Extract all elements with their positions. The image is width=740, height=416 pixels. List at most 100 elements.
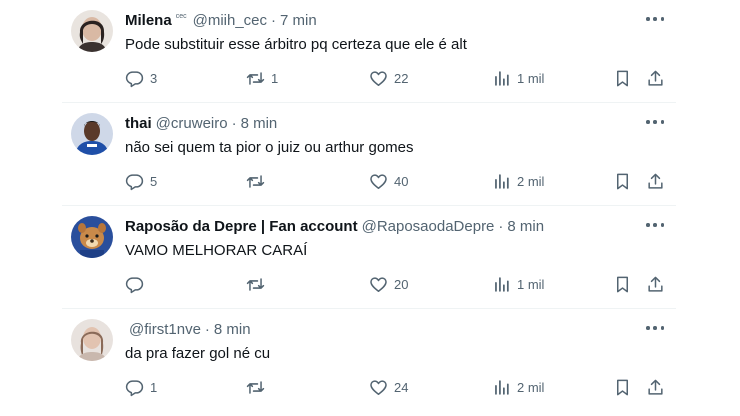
like-count: 40 — [394, 173, 409, 189]
action-bar: 5 40 2 mil — [125, 171, 665, 191]
views-icon — [495, 70, 509, 86]
bookmark-button[interactable] — [613, 377, 632, 397]
reply-button[interactable] — [125, 274, 150, 294]
action-bar: 1 24 2 mil — [125, 377, 665, 397]
views-count: 1 mil — [517, 70, 545, 86]
avatar[interactable] — [71, 216, 113, 258]
tweet-header: Raposão da Depre | Fan account @Raposaod… — [125, 216, 544, 236]
bookmark-button[interactable] — [613, 68, 632, 88]
bookmark-icon — [616, 173, 629, 189]
author-name[interactable]: thai — [125, 115, 152, 132]
more-icon[interactable] — [646, 115, 664, 129]
reply-button[interactable]: 3 — [125, 68, 157, 88]
tweet-header: Milena cec @miih_cec · 7 min — [125, 10, 317, 30]
bookmark-icon — [616, 276, 629, 292]
share-button[interactable] — [646, 274, 665, 294]
heart-icon — [370, 70, 387, 86]
heart-icon — [370, 173, 387, 189]
tweet-text: da pra fazer gol né cu — [125, 345, 271, 362]
more-icon[interactable] — [646, 12, 664, 26]
timestamp[interactable]: 7 min — [280, 12, 317, 29]
reply-button[interactable]: 1 — [125, 377, 157, 397]
like-count: 22 — [394, 70, 409, 86]
timestamp[interactable]: 8 min — [214, 321, 251, 338]
avatar[interactable] — [71, 10, 113, 52]
views-icon — [495, 379, 509, 395]
author-handle[interactable]: @cruweiro — [156, 115, 228, 132]
like-button[interactable]: 22 — [369, 68, 408, 88]
name-badge: cec — [175, 13, 187, 20]
reply-feed: Milena cec @miih_cec · 7 min Pode substi… — [62, 0, 676, 412]
tweet[interactable]: Raposão da Depre | Fan account @Raposaod… — [62, 206, 676, 309]
action-bar: 20 1 mil — [125, 274, 665, 294]
tweet-header: @first1nve · 8 min — [125, 319, 251, 339]
avatar[interactable] — [71, 113, 113, 155]
reply-count: 5 — [150, 173, 158, 189]
tweet[interactable]: thai @cruweiro · 8 min não sei quem ta p… — [62, 103, 676, 206]
separator-dot: · — [271, 11, 277, 29]
timestamp[interactable]: 8 min — [241, 115, 278, 132]
retweet-icon — [246, 277, 265, 291]
like-count: 24 — [394, 379, 409, 395]
author-name[interactable]: Raposão da Depre | Fan account — [125, 218, 358, 235]
bookmark-button[interactable] — [613, 274, 632, 294]
tweet[interactable]: @first1nve · 8 min da pra fazer gol né c… — [62, 309, 676, 412]
retweet-icon — [246, 174, 265, 188]
avatar[interactable] — [71, 319, 113, 361]
tweet-text: VAMO MELHORAR CARAÍ — [125, 242, 308, 259]
share-button[interactable] — [646, 171, 665, 191]
like-button[interactable]: 20 — [369, 274, 408, 294]
share-button[interactable] — [646, 68, 665, 88]
views-count: 2 mil — [517, 173, 545, 189]
share-icon — [648, 173, 663, 189]
reply-icon — [125, 70, 144, 87]
separator-dot: · — [231, 114, 237, 132]
reply-icon — [125, 173, 144, 190]
share-button[interactable] — [646, 377, 665, 397]
retweet-count: 1 — [271, 70, 279, 86]
author-handle[interactable]: @first1nve — [129, 321, 201, 338]
bookmark-icon — [616, 379, 629, 395]
reply-button[interactable]: 5 — [125, 171, 157, 191]
more-icon[interactable] — [646, 321, 664, 335]
views-button[interactable]: 2 mil — [492, 377, 544, 397]
tweet-text: Pode substituir esse árbitro pq certeza … — [125, 36, 467, 53]
heart-icon — [370, 276, 387, 292]
views-icon — [495, 173, 509, 189]
share-icon — [648, 379, 663, 395]
bookmark-icon — [616, 70, 629, 86]
retweet-button[interactable]: 1 — [246, 68, 278, 88]
retweet-button[interactable] — [246, 274, 271, 294]
author-name[interactable]: Milena — [125, 12, 172, 29]
like-button[interactable]: 24 — [369, 377, 408, 397]
views-count: 2 mil — [517, 379, 545, 395]
retweet-button[interactable] — [246, 377, 271, 397]
reply-count: 1 — [150, 379, 158, 395]
author-handle[interactable]: @RaposaodaDepre — [362, 218, 495, 235]
views-icon — [495, 276, 509, 292]
reply-icon — [125, 379, 144, 396]
views-button[interactable]: 1 mil — [492, 274, 544, 294]
share-icon — [648, 70, 663, 86]
bookmark-button[interactable] — [613, 171, 632, 191]
page: Milena cec @miih_cec · 7 min Pode substi… — [0, 0, 740, 416]
like-count: 20 — [394, 276, 409, 292]
action-bar: 3 1 22 1 mil — [125, 68, 665, 88]
tweet-text: não sei quem ta pior o juiz ou arthur go… — [125, 139, 414, 156]
separator-dot: · — [498, 217, 504, 235]
tweet-header: thai @cruweiro · 8 min — [125, 113, 277, 133]
more-icon[interactable] — [646, 218, 664, 232]
reply-count: 3 — [150, 70, 158, 86]
heart-icon — [370, 379, 387, 395]
like-button[interactable]: 40 — [369, 171, 408, 191]
timestamp[interactable]: 8 min — [507, 218, 544, 235]
retweet-button[interactable] — [246, 171, 271, 191]
views-button[interactable]: 1 mil — [492, 68, 544, 88]
author-handle[interactable]: @miih_cec — [193, 12, 267, 29]
retweet-icon — [246, 71, 265, 85]
separator-dot: · — [204, 320, 210, 338]
reply-icon — [125, 276, 144, 293]
views-button[interactable]: 2 mil — [492, 171, 544, 191]
tweet[interactable]: Milena cec @miih_cec · 7 min Pode substi… — [62, 0, 676, 103]
retweet-icon — [246, 380, 265, 394]
